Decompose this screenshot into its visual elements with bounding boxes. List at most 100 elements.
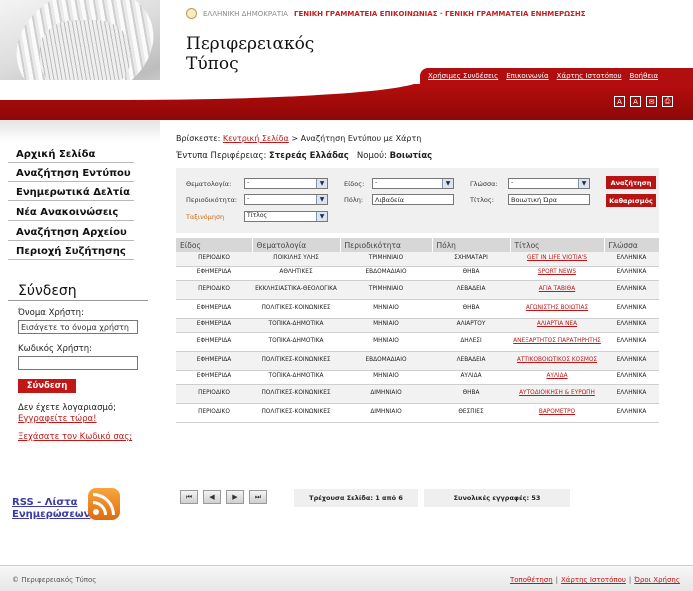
password-input[interactable] — [18, 356, 138, 370]
footer-link-placement[interactable]: Τοποθέτηση — [510, 576, 553, 584]
link-contact[interactable]: Επικοινωνία — [506, 72, 548, 80]
cell-kind: ΠΕΡΙΟΔΙΚΟ — [176, 384, 252, 404]
theme-label: Θεματολογία: — [186, 180, 232, 188]
register-link[interactable]: Εγγραφείτε τώρα! — [18, 414, 97, 424]
table-row: ΕΦΗΜΕΡΙΔΑ ΤΟΠΙΚΑ-ΔΗΜΟΤΙΚΑ ΜΗΝΙΑΙΟ ΔΗΛΕΣΙ ΑΝΕ… — [176, 332, 659, 352]
cell-kind: ΠΕΡΙΟΔΙΚΟ — [176, 252, 252, 267]
cell-periodicity: ΜΗΝΙΑΙΟ — [340, 370, 432, 385]
header: ΕΛΛΗΝΙΚΗ ΔΗΜΟΚΡΑΤΙΑ ΓΕΝΙΚΗ ΓΡΑΜΜΑΤΕΙΑ ΕΠ… — [0, 0, 693, 120]
region-line: Έντυπα Περιφέρειας: Στερεάς Ελλάδας Νομο… — [176, 151, 433, 161]
cell-kind: ΠΕΡΙΟΔΙΚΟ — [176, 280, 252, 300]
cell-language: ΕΛΛΗΝΙΚΑ — [604, 280, 659, 300]
prefecture-name: Βοιωτίας — [389, 151, 433, 161]
region-name: Στερεάς Ελλάδας — [269, 151, 349, 161]
theme-select[interactable]: - ▼ — [244, 178, 328, 189]
language-label: Γλώσσα: — [470, 180, 498, 188]
footer-link-sitemap[interactable]: Χάρτης Ιστοτόπου — [561, 576, 626, 584]
chevron-down-icon: ▼ — [316, 195, 327, 204]
cell-theme: ΠΟΛΙΤΙΚΕΣ-ΚΟΙΝΩΝΙΚΕΣ — [252, 403, 340, 423]
first-page-button[interactable]: ⏮ — [180, 490, 198, 504]
tool-icons: A A ✉ ⎙ — [614, 96, 673, 107]
username-input[interactable] — [18, 320, 138, 334]
cell-kind: ΕΦΗΜΕΡΙΔΑ — [176, 299, 252, 319]
table-row: ΕΦΗΜΕΡΙΔΑ ΑΘΛΗΤΙΚΕΣ ΕΒΔΟΜΑΔΙΑΙΟ ΘΗΒΑ SPORT N… — [176, 266, 659, 281]
nav-home[interactable]: Αρχική Σελίδα — [8, 145, 134, 163]
sort-select[interactable]: Τίτλος ▼ — [244, 211, 328, 222]
prev-page-button[interactable]: ◀ — [203, 490, 221, 504]
sidebar-shade — [0, 120, 160, 142]
next-page-button[interactable]: ▶ — [226, 490, 244, 504]
breadcrumb: Βρίσκεστε: Κεντρική Σελίδα > Αναζήτηση Ε… — [176, 134, 422, 143]
login-button[interactable]: Σύνδεση — [18, 379, 76, 393]
nav-search-publication[interactable]: Αναζήτηση Εντύπου — [8, 164, 134, 182]
cell-title-link[interactable]: ΑΛΙΑΡΤΙΑ ΝΕΑ — [510, 318, 604, 333]
col-title[interactable]: Τίτλος — [510, 238, 605, 252]
cell-title-link[interactable]: ΑΓΙΑ ΤΑΒΙΘΑ — [510, 280, 604, 300]
link-sitemap[interactable]: Χάρτης Ιστοτόπου — [557, 72, 622, 80]
cell-title-link[interactable]: GET IN LIFE VIOTIA'S — [510, 252, 604, 267]
cell-city: ΘΗΒΑ — [432, 266, 510, 281]
password-label: Κωδικός Χρήστη: — [18, 344, 93, 354]
pager: ⏮ ◀ ▶ ⏭ Τρέχουσα Σελίδα: 1 από 6 Συνολικ… — [176, 487, 659, 507]
col-city[interactable]: Πόλη — [432, 238, 511, 252]
cell-city: ΔΗΛΕΣΙ — [432, 332, 510, 352]
col-periodicity[interactable]: Περιοδικότητα — [340, 238, 433, 252]
current-page-info: Τρέχουσα Σελίδα: 1 από 6 — [294, 489, 418, 507]
cell-city: ΘΕΣΠΙΕΣ — [432, 403, 510, 423]
chevron-down-icon: ▼ — [442, 179, 453, 188]
col-theme[interactable]: Θεματολογία — [252, 238, 341, 252]
cell-title-link[interactable]: ΑΤΤΙΚΟΒΟΙΩΤΙΚΟΣ ΚΟΣΜΟΣ — [510, 351, 604, 371]
kind-select[interactable]: - ▼ — [372, 178, 454, 189]
cell-title-link[interactable]: ΑΥΛΙΔΑ — [510, 370, 604, 385]
rss-link[interactable]: RSS - Λίστα Ενημερώσεων — [12, 497, 90, 521]
footer-link-terms[interactable]: Όροι Χρήσης — [634, 576, 680, 584]
cell-periodicity: ΕΒΔΟΜΑΔΙΑΙΟ — [340, 266, 432, 281]
search-button[interactable]: Αναζήτηση — [606, 176, 656, 189]
nav-search-archive[interactable]: Αναζήτηση Αρχείου — [8, 223, 134, 241]
table-row: ΠΕΡΙΟΔΙΚΟ ΠΟΛΙΤΙΚΕΣ-ΚΟΙΝΩΝΙΚΕΣ ΔΙΜΗΝΙΑΙΟ ΘΗ… — [176, 384, 659, 404]
cell-title-link[interactable]: ΑΓΩΝΙΣΤΗΣ ΒΟΙΩΤΙΑΣ — [510, 299, 604, 319]
print-icon[interactable]: ⎙ — [662, 96, 673, 107]
col-language[interactable]: Γλώσσα — [604, 238, 660, 252]
clear-button[interactable]: Καθαρισμός — [606, 194, 656, 207]
city-input[interactable] — [372, 194, 454, 205]
forgot-password-link[interactable]: Ξεχάσατε τον Κωδικό σας; — [18, 432, 132, 442]
top-links: Χρήσιμες Συνδέσεις Επικοινωνία Χάρτης Ισ… — [420, 68, 693, 84]
cell-language: ΕΛΛΗΝΙΚΑ — [604, 351, 659, 371]
periodicity-select[interactable]: - ▼ — [244, 194, 328, 205]
cell-title-link[interactable]: ΑΝΕΞΑΡΤΗΤΟΣ ΠΑΡΑΤΗΡΗΤΗΣ — [510, 332, 604, 352]
language-select[interactable]: - ▼ — [508, 178, 590, 189]
cell-language: ΕΛΛΗΝΙΚΑ — [604, 370, 659, 385]
cell-theme: ΤΟΠΙΚΑ-ΔΗΜΟΤΙΚΑ — [252, 332, 340, 352]
email-icon[interactable]: ✉ — [646, 96, 657, 107]
cell-title-link[interactable]: ΑΥΤΟΔΙΟΙΚΗΣΗ & ΕΥΡΩΠΗ — [510, 384, 604, 404]
font-decrease-icon[interactable]: A — [614, 96, 625, 107]
nav-announcements[interactable]: Νέα Ανακοινώσεις — [8, 203, 134, 221]
cell-title-link[interactable]: SPORT NEWS — [510, 266, 604, 281]
title-input[interactable] — [508, 194, 590, 205]
cell-periodicity: ΜΗΝΙΑΙΟ — [340, 318, 432, 333]
rss-icon[interactable] — [88, 488, 120, 520]
cell-periodicity: ΔΙΜΗΝΙΑΙΟ — [340, 384, 432, 404]
cell-periodicity: ΤΡΙΜΗΝΙΑΙΟ — [340, 280, 432, 300]
breadcrumb-home[interactable]: Κεντρική Σελίδα — [223, 134, 289, 143]
gov-text: ΕΛΛΗΝΙΚΗ ΔΗΜΟΚΡΑΤΙΑ — [203, 9, 288, 18]
table-row: ΕΦΗΜΕΡΙΔΑ ΤΟΠΙΚΑ-ΔΗΜΟΤΙΚΑ ΜΗΝΙΑΙΟ ΑΛΙΑΡΤΟΥ Α… — [176, 318, 659, 333]
table-row: ΠΕΡΙΟΔΙΚΟ ΠΟΙΚΙΛΗΣ ΥΛΗΣ ΤΡΙΜΗΝΙΑΙΟ ΣΧΗΜΑΤΑΡ… — [176, 252, 659, 267]
site-title[interactable]: Περιφερειακός Τύπος — [186, 34, 314, 74]
link-help[interactable]: Βοήθεια — [630, 72, 659, 80]
login-title: Σύνδεση — [18, 283, 77, 299]
cell-city: ΑΛΙΑΡΤΟΥ — [432, 318, 510, 333]
gov-secretariat-text: ΓΕΝΙΚΗ ΓΡΑΜΜΑΤΕΙΑ ΕΠΙΚΟΙΝΩΝΙΑΣ · ΓΕΝΙΚΗ … — [293, 9, 586, 18]
font-increase-icon[interactable]: A — [630, 96, 641, 107]
cell-kind: ΕΦΗΜΕΡΙΔΑ — [176, 351, 252, 371]
cell-theme: ΠΟΙΚΙΛΗΣ ΥΛΗΣ — [252, 252, 340, 267]
cell-title-link[interactable]: ΒΑΡΟΜΕΤΡΟ — [510, 403, 604, 423]
cell-kind: ΠΕΡΙΟΔΙΚΟ — [176, 403, 252, 423]
cell-periodicity: ΤΡΙΜΗΝΙΑΙΟ — [340, 252, 432, 267]
link-useful-links[interactable]: Χρήσιμες Συνδέσεις — [428, 72, 498, 80]
last-page-button[interactable]: ⏭ — [249, 490, 267, 504]
col-kind[interactable]: Είδος — [176, 238, 253, 252]
nav-newsletters[interactable]: Ενημερωτικά Δελτία — [8, 183, 134, 201]
nav-discussion[interactable]: Περιοχή Συζήτησης — [8, 242, 134, 260]
